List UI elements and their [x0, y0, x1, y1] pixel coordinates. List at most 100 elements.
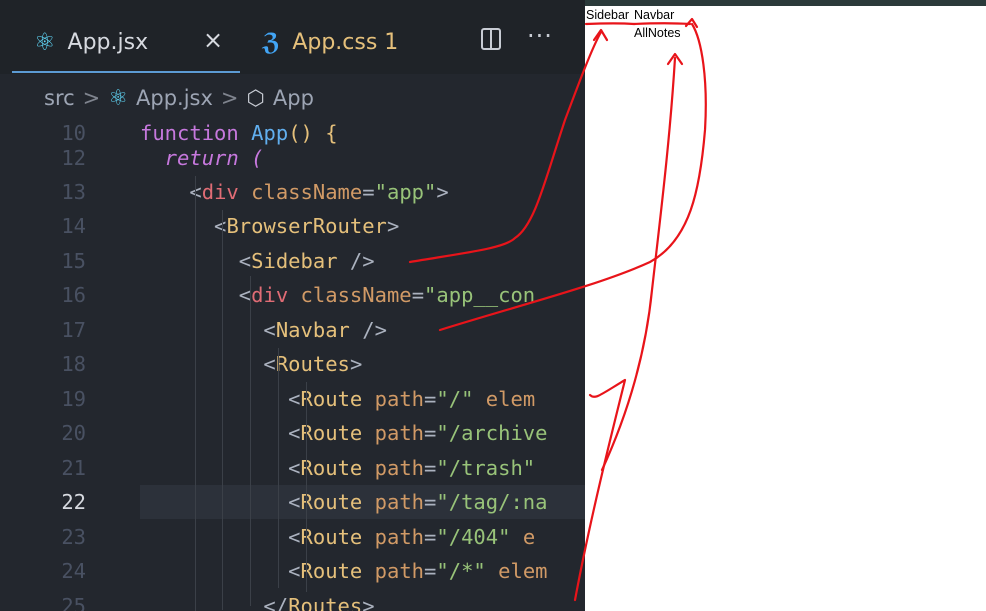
code-token: path — [374, 559, 425, 583]
code-token: Route — [300, 490, 375, 514]
code-editor[interactable]: ⚛ App.jsx × ℨ App.css 1 ··· src > ⚛ App.… — [0, 0, 585, 611]
code-token: "app__con — [424, 283, 536, 307]
code-token: < — [140, 352, 276, 376]
code-token: Routes — [275, 352, 350, 376]
code-line[interactable]: 17 < Navbar /> — [0, 313, 585, 347]
code-token: path — [374, 421, 425, 445]
code-line[interactable]: 23 < Route path = "/404" e — [0, 520, 585, 554]
code-line[interactable]: 22 < Route path = "/tag/:na — [0, 485, 585, 519]
code-line[interactable]: 14 < BrowserRouter > — [0, 209, 585, 243]
code-token: Route — [300, 456, 375, 480]
code-line[interactable]: 25 </Routes > — [0, 589, 585, 611]
code-token: = — [424, 387, 437, 411]
code-token: Navbar — [275, 318, 350, 342]
code-line[interactable]: 13 < div className = "app" > — [0, 175, 585, 209]
code-line[interactable]: 15 < Sidebar /> — [0, 244, 585, 278]
code-token: = — [424, 421, 437, 445]
code-token: path — [374, 456, 425, 480]
css-icon: ℨ — [262, 28, 281, 56]
code-line[interactable]: 18 < Routes > — [0, 347, 585, 381]
tab-bar: ⚛ App.jsx × ℨ App.css 1 ··· — [0, 0, 585, 74]
code-token: < — [140, 490, 301, 514]
code-token: > — [387, 214, 400, 238]
split-editor-icon[interactable] — [481, 28, 501, 50]
code-token: > — [362, 594, 375, 611]
line-number: 16 — [61, 283, 86, 307]
code-token: Route — [300, 559, 375, 583]
code-token: "/404" — [436, 525, 523, 549]
line-number: 13 — [61, 180, 86, 204]
code-token: = — [424, 456, 437, 480]
code-token: = — [424, 525, 437, 549]
code-token: path — [374, 490, 425, 514]
line-number: 15 — [61, 249, 86, 273]
tab-app-jsx[interactable]: ⚛ App.jsx — [34, 22, 148, 62]
code-token: "/tag/:na — [436, 490, 548, 514]
code-token: Route — [300, 421, 375, 445]
breadcrumb-file[interactable]: App.jsx — [136, 86, 213, 110]
line-number: 14 — [61, 214, 86, 238]
breadcrumb-folder[interactable]: src — [44, 86, 75, 110]
code-line[interactable]: 24 < Route path = "/*" elem — [0, 554, 585, 588]
code-token: = — [362, 180, 375, 204]
code-token: path — [374, 525, 425, 549]
indent-guide — [278, 348, 279, 588]
code-token: </ — [140, 594, 289, 611]
line-number: 24 — [61, 559, 86, 583]
code-token: "app" — [374, 180, 437, 204]
code-token: "/*" — [436, 559, 499, 583]
code-line[interactable]: 16 < div className = "app__con — [0, 278, 585, 312]
symbol-cube-icon: ⬡ — [246, 86, 265, 110]
code-token: Routes — [288, 594, 363, 611]
code-token: < — [140, 559, 301, 583]
code-token: = — [411, 283, 425, 307]
indent-guide — [306, 382, 307, 592]
code-token: elem — [498, 559, 548, 583]
close-icon[interactable]: × — [203, 26, 223, 54]
code-token: className — [300, 283, 412, 307]
code-token: Route — [300, 525, 375, 549]
indent-guide — [250, 276, 251, 606]
code-token: return ( — [140, 146, 264, 170]
line-number: 12 — [61, 146, 86, 170]
indent-guide — [195, 176, 196, 611]
code-token: > — [349, 352, 363, 376]
tab-label: App.jsx — [67, 29, 149, 55]
code-token: e — [522, 525, 536, 549]
breadcrumb-symbol[interactable]: App — [273, 86, 314, 110]
browser-preview: Sidebar Navbar AllNotes — [585, 0, 986, 611]
code-token: < — [140, 214, 227, 238]
line-number: 18 — [61, 352, 86, 376]
code-token: < — [140, 421, 301, 445]
tab-label: App.css 1 — [292, 29, 399, 55]
code-token: "/" — [436, 387, 486, 411]
code-token: Sidebar — [251, 249, 338, 273]
code-token: /> — [349, 318, 387, 342]
line-number: 19 — [61, 387, 86, 411]
code-token: < — [140, 180, 202, 204]
code-token: "/trash" — [436, 456, 536, 480]
line-number: 17 — [61, 318, 86, 342]
code-token: > — [436, 180, 449, 204]
code-token: Route — [300, 387, 375, 411]
line-number: 23 — [61, 525, 86, 549]
allnotes-output: AllNotes — [634, 26, 681, 40]
line-number: 22 — [61, 490, 86, 514]
code-token: BrowserRouter — [226, 214, 387, 238]
browser-top-strip — [585, 0, 986, 6]
more-actions-icon[interactable]: ··· — [527, 22, 553, 50]
code-token: /> — [337, 249, 375, 273]
code-line[interactable]: 19 < Route path = "/" elem — [0, 382, 585, 416]
code-token: "/archive — [436, 421, 548, 445]
code-line[interactable]: 12 return ( — [0, 141, 585, 175]
active-tab-indicator — [12, 71, 240, 73]
code-line[interactable]: 20 < Route path = "/archive — [0, 416, 585, 450]
line-number: 21 — [61, 456, 86, 480]
code-line[interactable]: 21 < Route path = "/trash" — [0, 451, 585, 485]
code-token: div — [251, 283, 301, 307]
code-token: className — [251, 180, 363, 204]
tab-app-css[interactable]: ℨ App.css 1 — [262, 22, 398, 62]
react-icon: ⚛ — [108, 85, 129, 111]
code-area[interactable]: 10 function App() {12 return (13 < div cla… — [0, 116, 585, 611]
chevron-right-icon: > — [220, 86, 239, 110]
